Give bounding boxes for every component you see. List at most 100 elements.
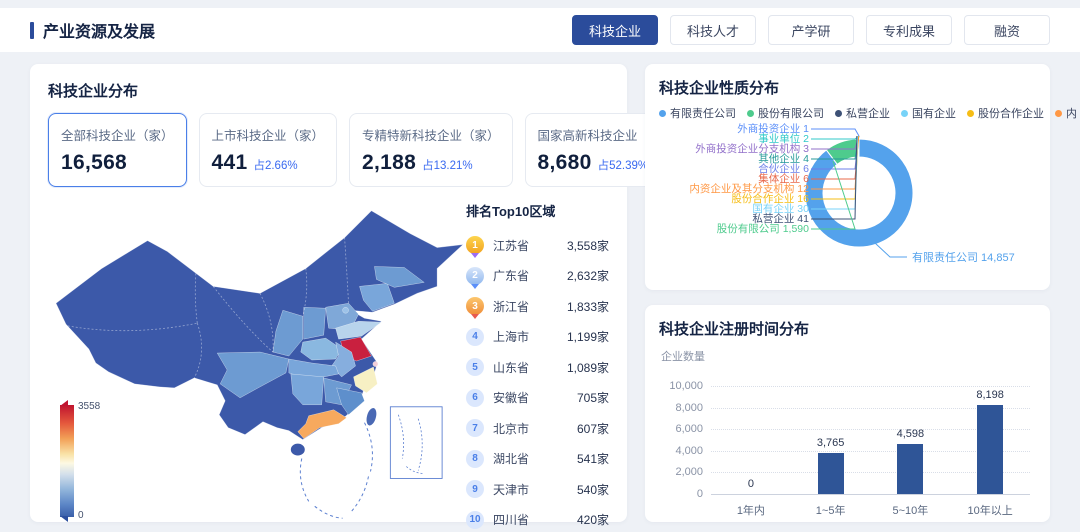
ranking-row-3: 3 浙江省1,833家	[466, 291, 609, 322]
tab-1[interactable]: 科技企业	[572, 15, 658, 45]
rank-medal-icon: 5	[466, 358, 484, 376]
rank-region-value: 1,833家	[567, 298, 609, 315]
rank-medal-icon: 2	[466, 267, 484, 285]
bar-ytick-label: 10,000	[669, 380, 703, 392]
donut-callout-line	[811, 129, 859, 136]
bar-chart-y-axis-title: 企业数量	[661, 348, 1036, 364]
bar-gridline	[711, 494, 1030, 495]
rank-region-value: 540家	[577, 481, 609, 498]
island-hainan	[291, 444, 305, 456]
bar-value-label: 0	[748, 478, 754, 490]
title-accent-bar	[30, 22, 34, 39]
legend-item-1[interactable]: 有限责任公司	[659, 105, 736, 121]
nature-donut-chart: 外商投资企业 1事业单位 2外商投资企业分支机构 3其他企业 4合伙企业 6集体…	[659, 121, 1036, 279]
stat-card-label: 专精特新科技企业（家）	[362, 125, 500, 144]
rank-medal-icon: 6	[466, 389, 484, 407]
china-map-container: 3558 0	[48, 197, 466, 527]
rank-region-value: 3,558家	[567, 237, 609, 254]
rank-region-name: 山东省	[493, 359, 567, 376]
legend-item-6[interactable]: 内	[1055, 105, 1077, 121]
stat-card-label: 全部科技企业（家）	[61, 125, 174, 144]
ranking-row-8: 8湖北省541家	[466, 444, 609, 475]
donut-callout-line	[811, 136, 859, 139]
rank-region-value: 607家	[577, 420, 609, 437]
time-panel-title: 科技企业注册时间分布	[659, 318, 1036, 339]
rank-region-name: 湖北省	[493, 450, 577, 467]
bar-3	[897, 444, 923, 494]
china-map[interactable]	[48, 197, 466, 527]
ranking-row-2: 2广东省2,632家	[466, 261, 609, 292]
legend-item-2[interactable]: 股份有限公司	[747, 105, 824, 121]
scale-min-label: 0	[78, 510, 84, 521]
page-title: 产业资源及发展	[30, 18, 155, 42]
stat-card-value: 441	[212, 151, 248, 175]
south-sea-dashes	[300, 423, 372, 519]
rank-region-name: 天津市	[493, 481, 577, 498]
nature-panel-title: 科技企业性质分布	[659, 77, 1036, 98]
ranking-row-6: 6安徽省705家	[466, 383, 609, 414]
rank-medal-icon: 7	[466, 419, 484, 437]
province-shanxi	[304, 307, 326, 339]
ranking-title: 排名Top10区域	[466, 201, 609, 220]
bar-category-label: 10年以上	[968, 502, 1013, 518]
bar-gridline	[711, 386, 1030, 387]
tab-3[interactable]: 产学研	[768, 15, 854, 45]
ranking-row-9: 9 天津市540家	[466, 474, 609, 505]
stat-card-3[interactable]: 专精特新科技企业（家）2,188占13.21%	[349, 113, 513, 187]
rank-region-value: 1,199家	[567, 328, 609, 345]
tab-5[interactable]: 融资	[964, 15, 1050, 45]
stat-card-1[interactable]: 全部科技企业（家） 16,568	[48, 113, 187, 187]
panel-enterprise-nature: 科技企业性质分布 有限责任公司股份有限公司私营企业国有企业股份合作企业内◀1/3…	[645, 64, 1050, 290]
bar-value-label: 3,765	[817, 437, 845, 449]
donut-legend: 有限责任公司股份有限公司私营企业国有企业股份合作企业内◀1/3▶	[659, 105, 1036, 121]
bar-category-label: 1~5年	[816, 502, 846, 518]
rank-region-value: 420家	[577, 511, 609, 528]
province-shanghai	[373, 361, 378, 366]
rank-region-name: 浙江省	[493, 298, 567, 315]
stat-card-share: 占52.39%	[598, 157, 649, 173]
bar-ytick-label: 0	[697, 488, 703, 500]
panel-registration-time: 科技企业注册时间分布 企业数量 02,0004,0006,0008,00010,…	[645, 305, 1050, 522]
top10-ranking: 排名Top10区域 1江苏省3,558家2广东省2,632家 3 浙江省1,833家…	[466, 197, 609, 532]
stat-card-2[interactable]: 上市科技企业（家） 441 占2.66%	[199, 113, 338, 187]
scale-min-marker	[60, 516, 68, 522]
header-tabs: 科技企业科技人才产学研专利成果融资	[572, 15, 1050, 45]
rank-region-name: 四川省	[493, 511, 577, 528]
rank-medal-icon: 1	[466, 236, 484, 254]
donut-label: 股份有限公司 1,590	[717, 222, 809, 235]
bar-category-label: 1年内	[737, 502, 765, 518]
legend-dot-icon	[967, 110, 974, 117]
map-color-scale: 3558 0	[60, 405, 74, 517]
tab-2[interactable]: 科技人才	[670, 15, 756, 45]
dashboard-content: 科技企业分布 全部科技企业（家）16,568上市科技企业（家）441占2.66%…	[0, 52, 1080, 522]
right-column: 科技企业性质分布 有限责任公司股份有限公司私营企业国有企业股份合作企业内◀1/3…	[645, 64, 1050, 522]
bar-category-label: 5~10年	[892, 502, 928, 518]
panel-enterprise-distribution: 科技企业分布 全部科技企业（家）16,568上市科技企业（家）441占2.66%…	[30, 64, 627, 522]
stat-card-value: 8,680	[538, 151, 592, 175]
rank-medal-icon: 3	[466, 297, 484, 315]
legend-item-4[interactable]: 国有企业	[901, 105, 956, 121]
stat-card-value: 16,568	[61, 151, 127, 175]
tab-4[interactable]: 专利成果	[866, 15, 952, 45]
rank-region-name: 安徽省	[493, 389, 577, 406]
stat-card-share: 占13.21%	[422, 157, 473, 173]
south-sea-inset	[390, 407, 442, 479]
rank-medal-icon: 9	[466, 480, 484, 498]
island-taiwan	[365, 407, 378, 427]
bar-value-label: 4,598	[897, 428, 925, 440]
ranking-row-1: 1江苏省3,558家	[466, 230, 609, 261]
bar-ytick-label: 4,000	[675, 445, 703, 457]
province-beijing	[343, 307, 349, 313]
legend-dot-icon	[1055, 110, 1062, 117]
stat-card-share: 占2.66%	[253, 157, 297, 173]
legend-item-5[interactable]: 股份合作企业	[967, 105, 1044, 121]
legend-dot-icon	[659, 110, 666, 117]
legend-dot-icon	[747, 110, 754, 117]
legend-item-3[interactable]: 私营企业	[835, 105, 890, 121]
map-mainland	[56, 211, 463, 440]
stat-cards: 全部科技企业（家） 16,568 上市科技企业（家） 441 占2.66% 专精特新科技企…	[48, 113, 609, 187]
ranking-row-7: 7北京市607家	[466, 413, 609, 444]
ranking-row-10: 10四川省420家	[466, 505, 609, 532]
rank-region-value: 1,089家	[567, 359, 609, 376]
stat-card-label: 上市科技企业（家）	[212, 125, 325, 144]
